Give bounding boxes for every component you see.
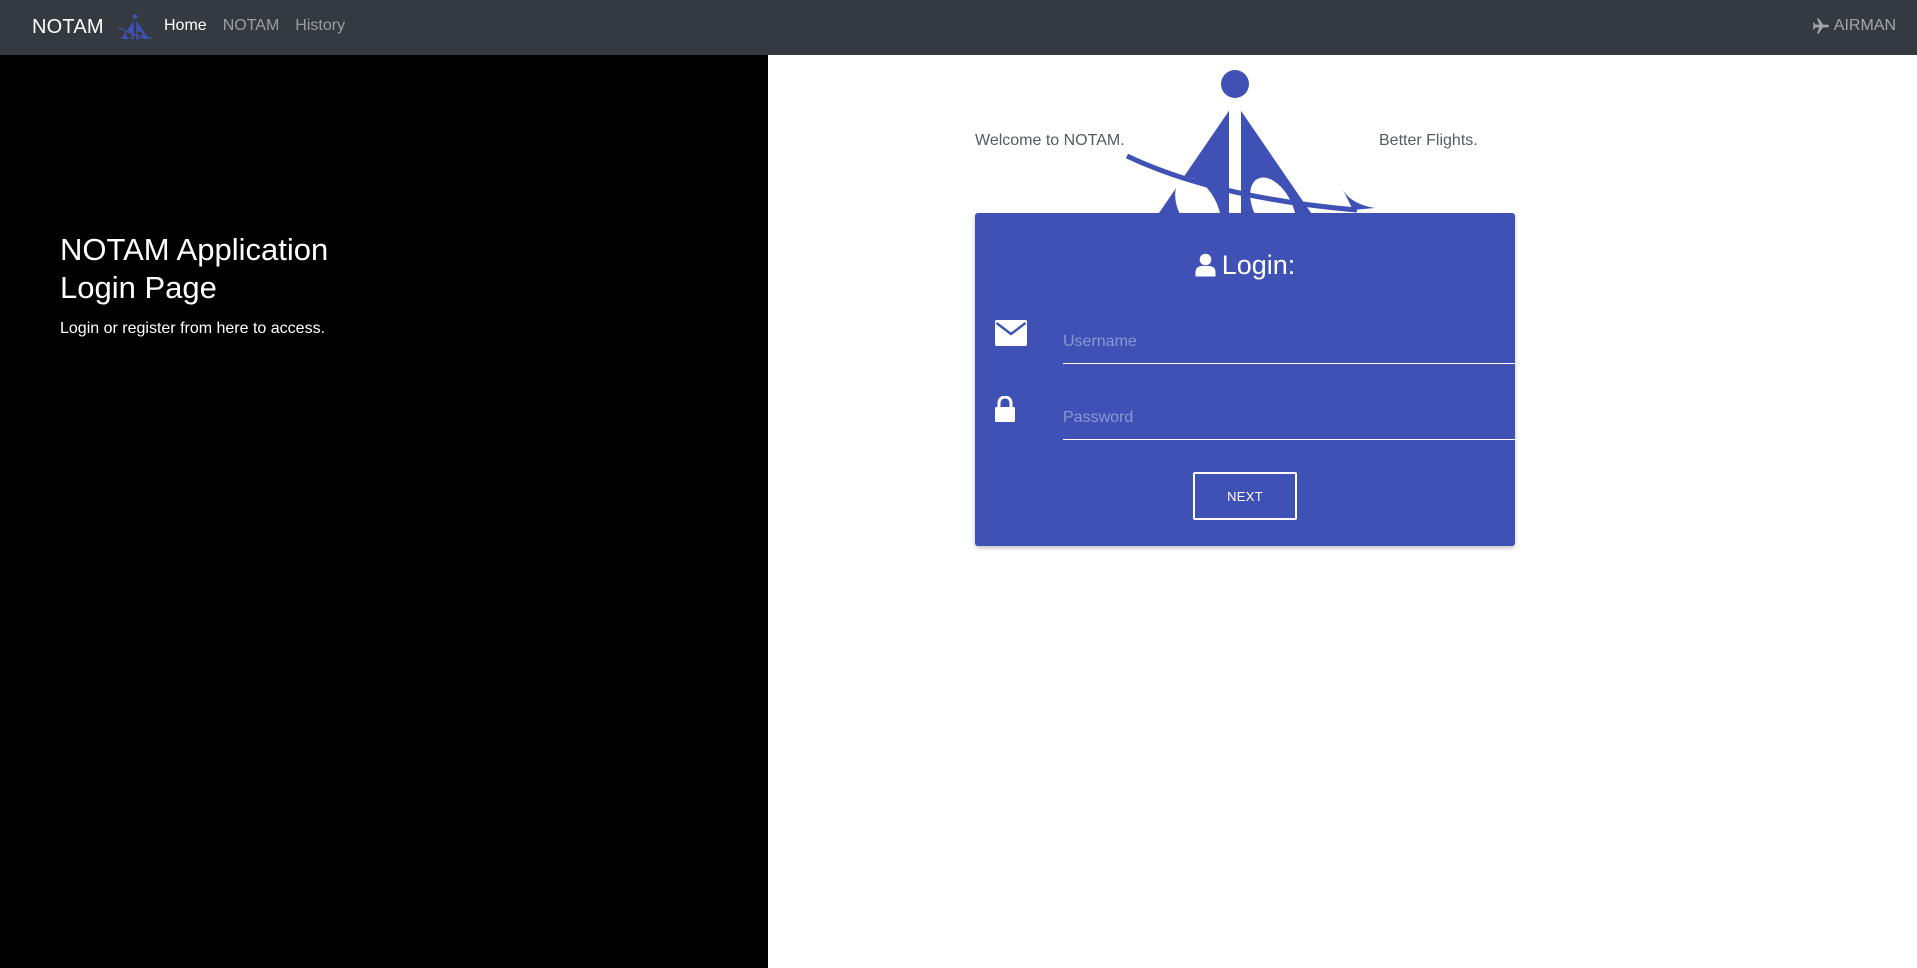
password-input[interactable] bbox=[1063, 396, 1515, 440]
nav-notam-link[interactable]: NOTAM bbox=[223, 16, 280, 36]
page-title-line2: Login Page bbox=[60, 270, 217, 305]
user-menu[interactable]: AIRMAN bbox=[1812, 16, 1896, 36]
page-subtitle: Login or register from here to access. bbox=[60, 320, 326, 337]
aai-logo-icon[interactable] bbox=[116, 14, 154, 40]
tagline-text: Better Flights. bbox=[1379, 132, 1478, 149]
next-button[interactable]: NEXT bbox=[1193, 472, 1297, 520]
user-label: AIRMAN bbox=[1833, 17, 1896, 34]
login-form: Login: NEXT bbox=[975, 213, 1515, 546]
aai-logo-icon bbox=[1125, 70, 1375, 213]
page-title-line1: NOTAM Application bbox=[60, 232, 329, 267]
left-info-panel: NOTAM Application Login Page Login or re… bbox=[0, 55, 768, 968]
nav-home-link[interactable]: Home bbox=[164, 16, 207, 36]
envelope-icon bbox=[995, 320, 1027, 346]
brand-link[interactable]: NOTAM bbox=[32, 15, 104, 39]
login-heading-label: Login: bbox=[1221, 250, 1296, 280]
plane-icon bbox=[1812, 18, 1829, 34]
password-row bbox=[995, 396, 1515, 440]
page-title: NOTAM Application Login Page bbox=[60, 231, 460, 307]
username-input[interactable] bbox=[1063, 320, 1515, 364]
nav-history-link[interactable]: History bbox=[295, 16, 345, 36]
username-row bbox=[995, 320, 1515, 364]
login-heading: Login: bbox=[975, 249, 1515, 281]
nav-links: Home NOTAM History bbox=[164, 16, 361, 36]
user-icon bbox=[1195, 253, 1216, 277]
welcome-text: Welcome to NOTAM. bbox=[975, 132, 1125, 149]
lock-icon bbox=[995, 396, 1015, 422]
top-navbar: NOTAM Home NOTAM History AIRMAN bbox=[0, 0, 1917, 55]
